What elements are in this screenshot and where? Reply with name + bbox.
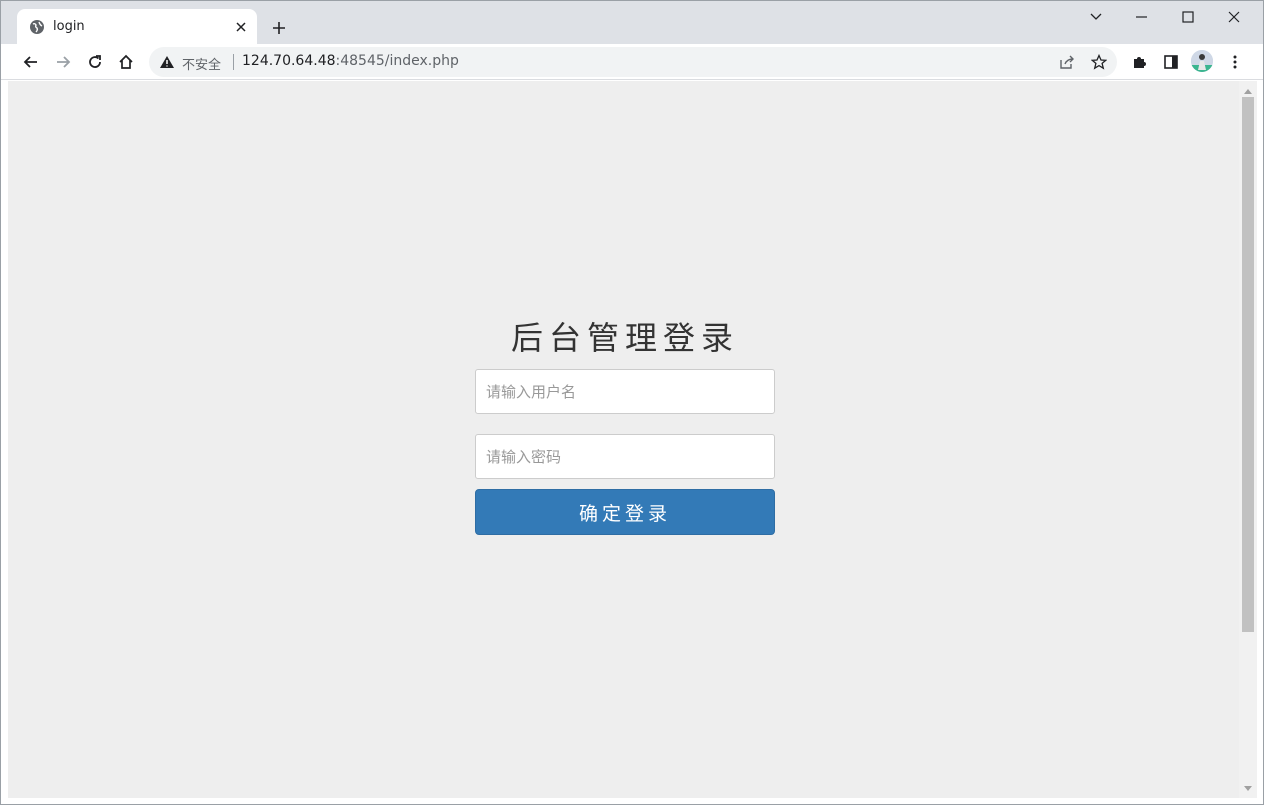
maximize-icon[interactable]: [1165, 1, 1211, 33]
window-frame-left: [1, 81, 8, 804]
scrollbar-thumb[interactable]: [1242, 97, 1254, 632]
home-icon[interactable]: [112, 48, 140, 76]
url-text[interactable]: 124.70.64.48:48545/index.php: [242, 53, 459, 69]
browser-window: login 不安全 124.70.64.48:48545/index.php 后…: [0, 0, 1264, 805]
forward-arrow-icon[interactable]: [49, 48, 77, 76]
kebab-menu-icon[interactable]: [1221, 48, 1249, 76]
puzzle-icon[interactable]: [1125, 48, 1153, 76]
tab-strip: login: [1, 1, 1263, 44]
omnibox-divider: [233, 54, 234, 70]
profile-avatar[interactable]: [1191, 50, 1213, 72]
url-host: 124.70.64.48: [242, 53, 336, 69]
minimize-icon[interactable]: [1119, 1, 1165, 33]
scroll-down-icon[interactable]: [1242, 783, 1254, 795]
username-input[interactable]: [475, 369, 775, 414]
tab-title: login: [53, 19, 85, 34]
login-title: 后台管理登录: [510, 319, 739, 357]
back-arrow-icon[interactable]: [17, 48, 45, 76]
url-path: :48545/index.php: [335, 53, 459, 69]
browser-tab[interactable]: login: [17, 9, 257, 44]
new-tab-button[interactable]: [267, 16, 291, 40]
password-input[interactable]: [475, 434, 775, 479]
browser-toolbar: 不安全 124.70.64.48:48545/index.php: [1, 44, 1263, 80]
address-bar[interactable]: 不安全 124.70.64.48:48545/index.php: [149, 47, 1117, 77]
window-frame-bottom: [1, 798, 1263, 804]
side-panel-icon[interactable]: [1157, 48, 1185, 76]
login-submit-button[interactable]: 确定登录: [475, 489, 775, 535]
security-label[interactable]: 不安全: [182, 54, 221, 73]
warning-icon[interactable]: [159, 54, 175, 70]
scroll-up-icon[interactable]: [1242, 85, 1254, 97]
close-window-icon[interactable]: [1211, 1, 1257, 33]
share-icon[interactable]: [1057, 52, 1077, 72]
globe-icon: [29, 19, 45, 35]
tab-close-icon[interactable]: [232, 18, 250, 36]
reload-icon[interactable]: [81, 48, 109, 76]
tab-search-icon[interactable]: [1073, 1, 1119, 33]
star-icon[interactable]: [1089, 52, 1109, 72]
